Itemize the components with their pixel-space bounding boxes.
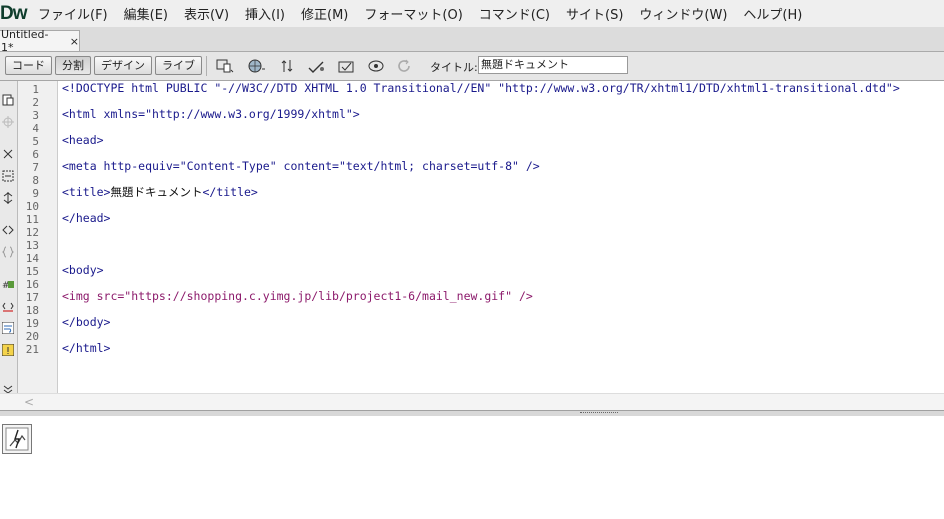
menu-window[interactable]: ウィンドウ(W): [631, 4, 735, 23]
preview-browser-icon[interactable]: [246, 57, 268, 75]
design-view[interactable]: [0, 416, 944, 519]
code-line-img: <img src="https://shopping.c.yimg.jp/lib…: [62, 289, 533, 303]
balance-braces-icon[interactable]: [1, 245, 15, 259]
code-line-doctype: <!DOCTYPE html PUBLIC "-//W3C//DTD XHTML…: [62, 81, 900, 95]
document-tab[interactable]: Untitled-1* ×: [0, 28, 80, 54]
line-number: 3: [32, 109, 39, 122]
menu-edit[interactable]: 編集(E): [116, 4, 176, 23]
menu-commands[interactable]: コマンド(C): [471, 4, 558, 23]
open-documents-icon[interactable]: [1, 93, 15, 107]
line-number: 6: [32, 148, 39, 161]
expand-all-icon[interactable]: [1, 191, 15, 205]
line-number: 2: [32, 96, 39, 109]
show-code-navigator-icon[interactable]: [1, 115, 15, 129]
document-tab-bar: Untitled-1* ×: [0, 27, 944, 54]
live-view-button[interactable]: ライブ: [155, 56, 202, 75]
code-line-head-open: <head>: [62, 133, 104, 147]
document-title-input[interactable]: 無題ドキュメント: [478, 56, 628, 74]
code-line-body-close: </body>: [62, 315, 111, 329]
menu-modify[interactable]: 修正(M): [293, 4, 356, 23]
scroll-left-arrow-icon[interactable]: <: [24, 395, 34, 409]
menu-help[interactable]: ヘルプ(H): [735, 4, 810, 23]
multiscreen-icon[interactable]: [214, 57, 236, 75]
menu-bar: Dw ファイル(F) 編集(E) 表示(V) 挿入(I) 修正(M) フォーマッ…: [0, 0, 944, 28]
menu-site[interactable]: サイト(S): [558, 4, 631, 23]
browser-compatibility-icon[interactable]: [336, 57, 358, 75]
divider-grip[interactable]: [580, 412, 618, 415]
design-view-button[interactable]: デザイン: [94, 56, 152, 75]
split-view-button[interactable]: 分割: [55, 56, 91, 75]
line-number: 8: [32, 174, 39, 187]
line-number: 20: [25, 330, 39, 343]
coding-toolbar: #: [0, 81, 18, 394]
line-number: 5: [32, 135, 39, 148]
line-numbers-icon[interactable]: #: [1, 277, 15, 291]
document-toolbar: コード 分割 デザイン ライブ タイトル: 無題ドキュメント: [0, 52, 944, 81]
refresh-icon[interactable]: [394, 57, 416, 75]
close-icon[interactable]: ×: [70, 35, 79, 48]
line-number: 21: [25, 343, 39, 356]
code-line-html-close: </html>: [62, 341, 111, 355]
line-number: 14: [25, 252, 39, 265]
line-number: 4: [32, 122, 39, 135]
title-label: タイトル:: [430, 61, 478, 74]
broken-image-icon[interactable]: [2, 424, 32, 454]
collapse-full-tag-icon[interactable]: [1, 147, 15, 161]
line-number: 13: [25, 239, 39, 252]
visual-aids-icon[interactable]: [366, 57, 388, 75]
code-line-meta: <meta http-equiv="Content-Type" content=…: [62, 159, 540, 173]
code-line-title: <title>無題ドキュメント</title>: [62, 186, 258, 199]
code-line-html-open: <html xmlns="http://www.w3.org/1999/xhtm…: [62, 107, 360, 121]
menu-view[interactable]: 表示(V): [176, 4, 237, 23]
code-line-body-open: <body>: [62, 263, 104, 277]
title-text: 無題ドキュメント: [110, 185, 203, 199]
menu-insert[interactable]: 挿入(I): [237, 4, 293, 23]
line-number: 11: [25, 213, 39, 226]
validate-markup-icon[interactable]: [306, 57, 328, 75]
line-number: 16: [25, 278, 39, 291]
app-logo: Dw: [0, 2, 28, 24]
menu-format[interactable]: フォーマット(O): [356, 4, 470, 23]
code-line-head-close: </head>: [62, 211, 111, 225]
menu-file[interactable]: ファイル(F): [30, 4, 116, 23]
line-number-gutter: 1 2 3 4 5 6 7 8 9 10 11 12 13 14 15 16 1…: [18, 81, 58, 393]
line-number: 12: [25, 226, 39, 239]
title-close-tag: </title>: [202, 185, 258, 199]
line-number: 18: [25, 304, 39, 317]
line-number: 17: [25, 291, 39, 304]
highlight-invalid-code-icon[interactable]: [1, 299, 15, 313]
line-number: 19: [25, 317, 39, 330]
syntax-error-alerts-icon[interactable]: [1, 343, 15, 357]
file-management-icon[interactable]: [278, 57, 300, 75]
horizontal-scrollbar[interactable]: <: [0, 393, 944, 411]
word-wrap-icon[interactable]: [1, 321, 15, 335]
code-editor[interactable]: # 1 2 3 4 5 6 7 8 9 10 11 12 13 14 15 16…: [0, 81, 944, 394]
line-number: 7: [32, 161, 39, 174]
document-tab-name: Untitled-1*: [1, 28, 49, 54]
code-view-button[interactable]: コード: [5, 56, 52, 75]
line-number: 9: [32, 187, 39, 200]
line-number: 15: [25, 265, 39, 278]
toolbar-separator: [206, 56, 207, 76]
line-number: 10: [25, 200, 39, 213]
select-parent-tag-icon[interactable]: [1, 223, 15, 237]
line-number: 1: [32, 83, 39, 96]
title-open-tag: <title>: [62, 185, 111, 199]
collapse-selection-icon[interactable]: [1, 169, 15, 183]
